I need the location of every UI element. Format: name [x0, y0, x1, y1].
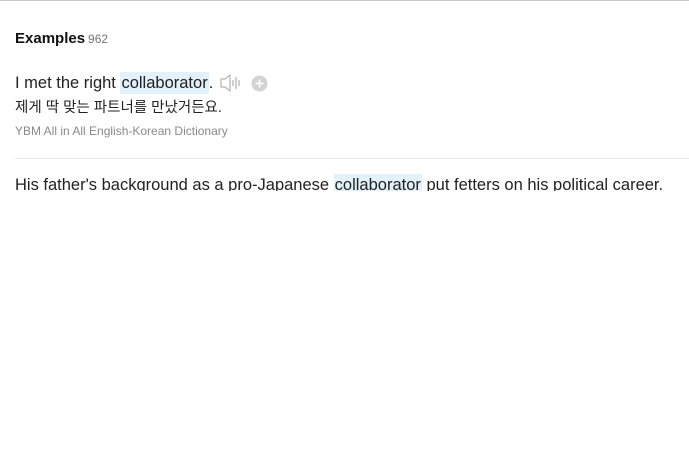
examples-title: Examples [15, 30, 86, 47]
sentence-text-after: . [208, 74, 214, 92]
example-item: I met the right collaborator. 제게 딱 맞는 파트… [15, 72, 689, 138]
examples-panel: Examples 962 I met the right collaborator… [15, 0, 689, 475]
sentence-text-before: His father's background as a pro-Japanes… [15, 176, 334, 191]
example-divider [15, 158, 689, 159]
example-sentence: I met the right collaborator. [15, 72, 689, 94]
examples-count: 962 [88, 32, 109, 46]
speaker-icon[interactable] [219, 73, 243, 93]
example-source: YBM All in All English-Korean Dictionary [15, 124, 228, 138]
add-icon[interactable] [251, 75, 268, 92]
example-item: His father's background as a pro-Japanes… [15, 174, 689, 191]
sentence-text-before: I met the right [15, 74, 121, 92]
sentence-text-after: put fetters on his political career. [421, 176, 664, 191]
highlighted-word: collaborator [120, 72, 209, 94]
examples-header: Examples 962 [15, 30, 108, 48]
example-sentence: His father's background as a pro-Japanes… [15, 174, 689, 191]
highlighted-word: collaborator [333, 174, 422, 191]
example-translation: 제게 딱 맞는 파트너를 만났거든요. [15, 100, 222, 116]
